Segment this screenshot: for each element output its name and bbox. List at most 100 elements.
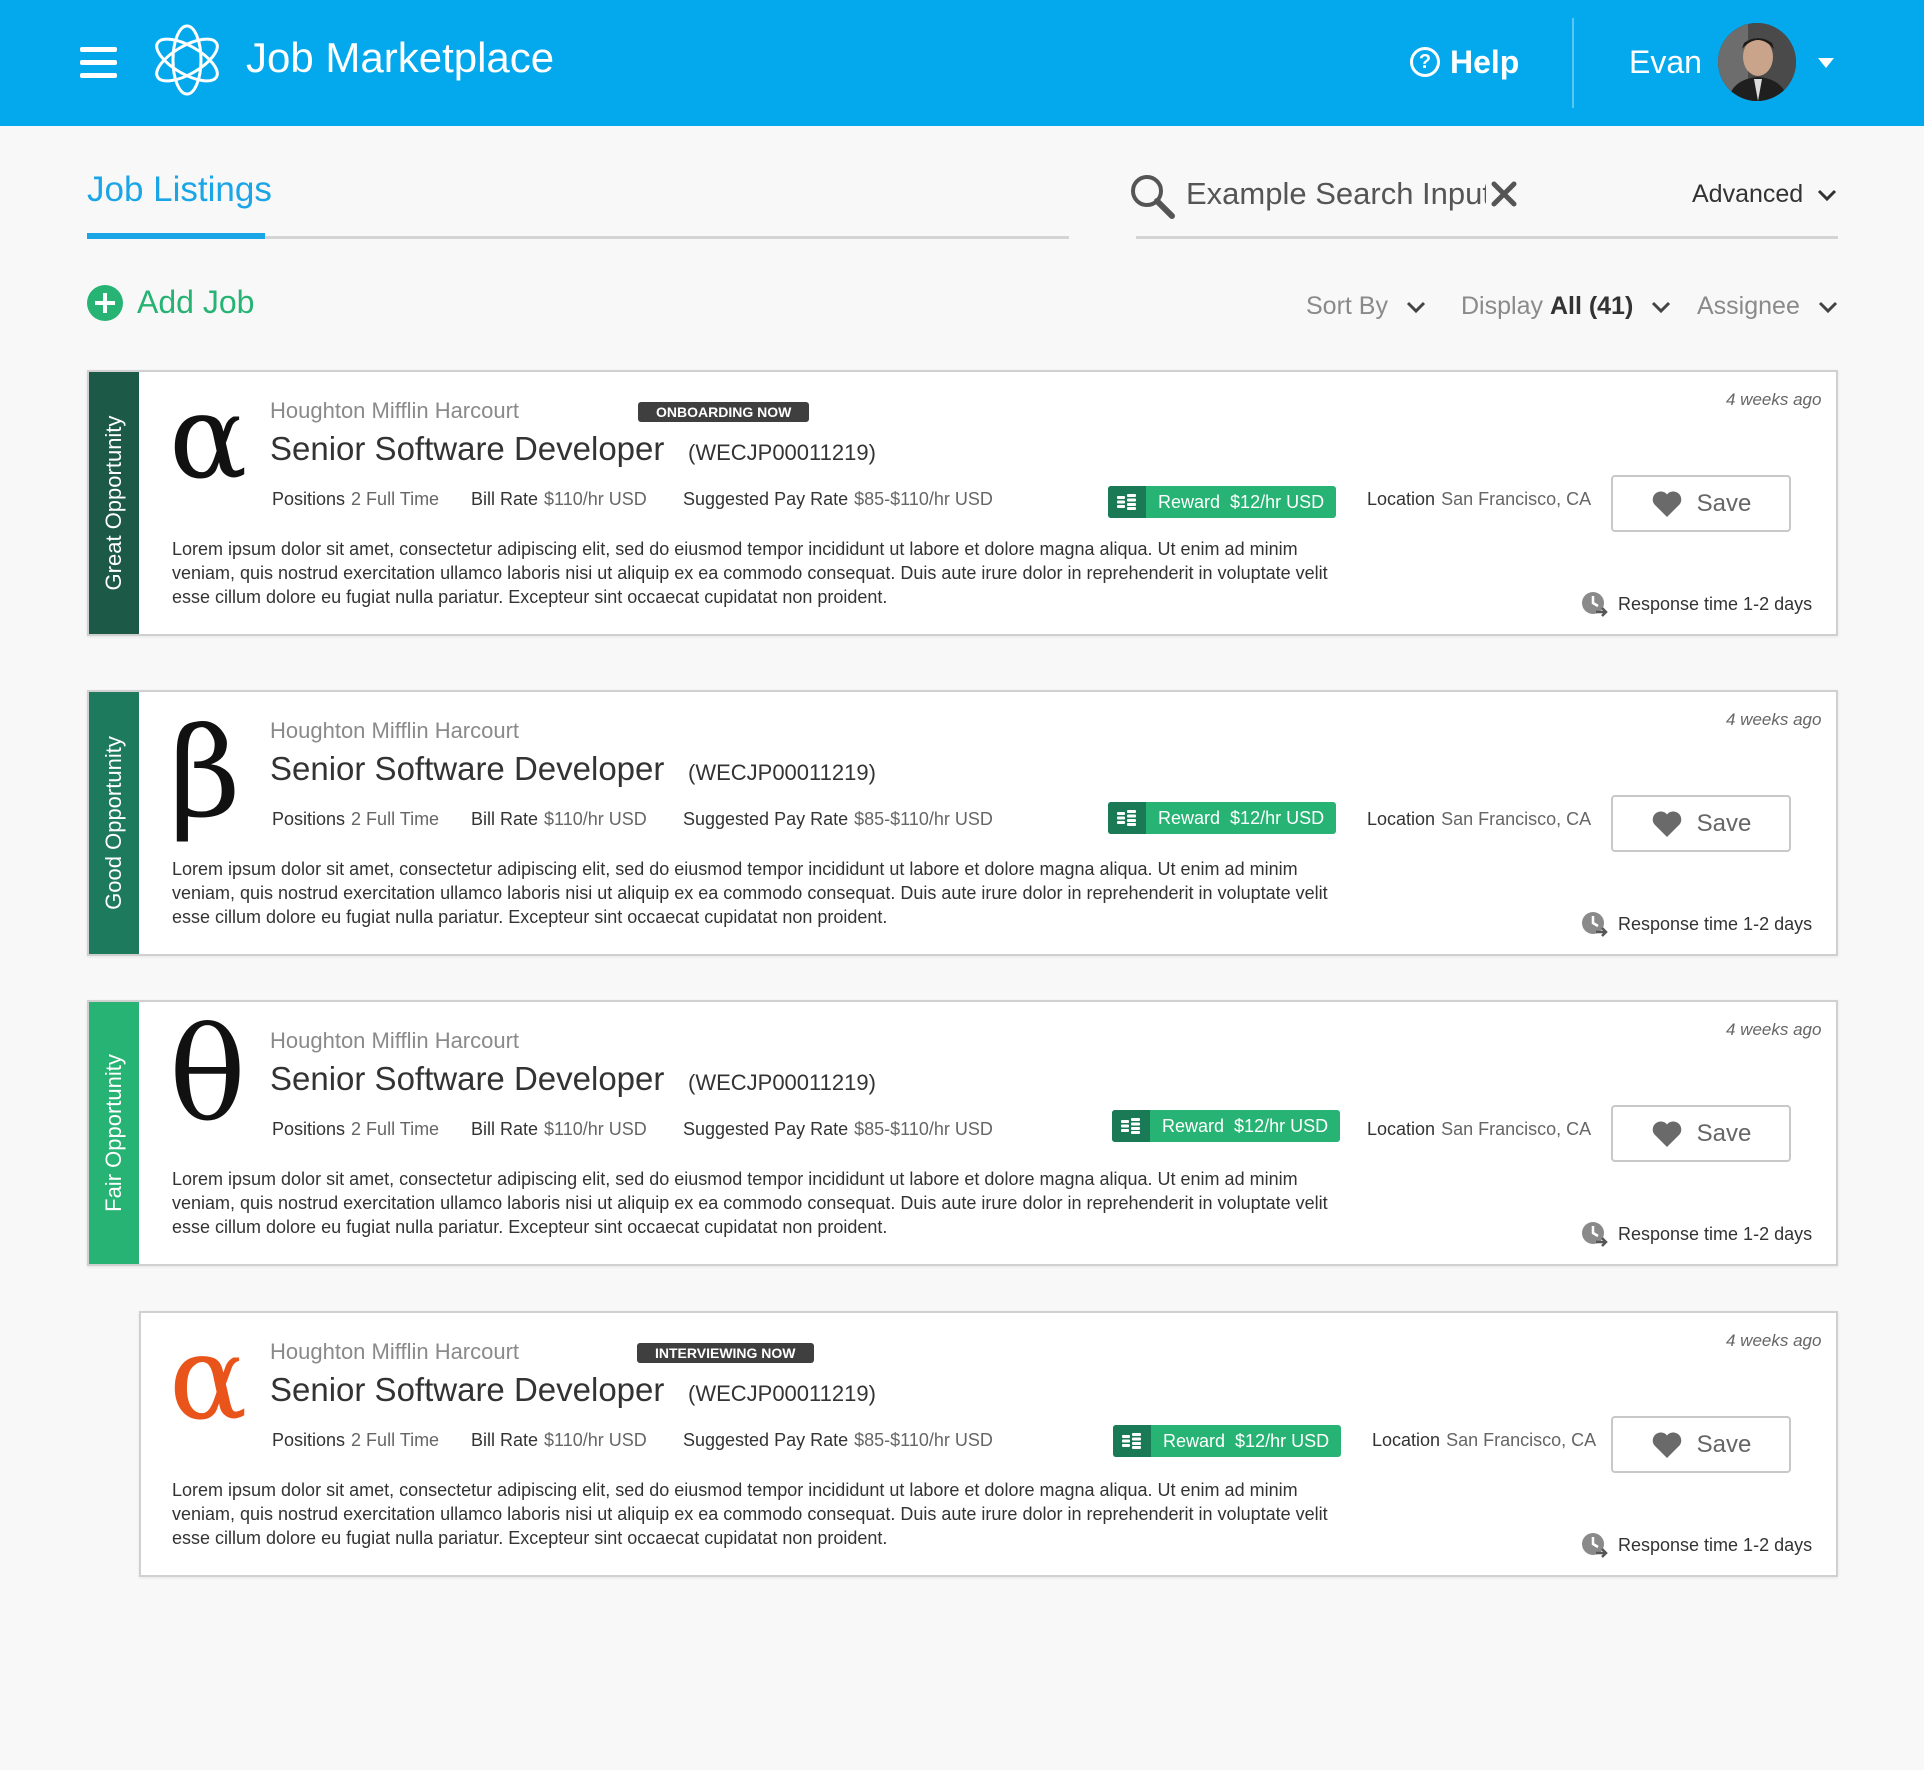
bill-rate-value: $110/hr USD bbox=[544, 809, 647, 829]
bill-rate-label: Bill Rate bbox=[471, 489, 539, 509]
pay-rate-info: Suggested Pay Rate $85-$110/hr USD bbox=[683, 1430, 993, 1451]
advanced-search-dropdown[interactable]: Advanced bbox=[1692, 180, 1837, 209]
location-label: Location bbox=[1367, 1119, 1436, 1139]
help-button[interactable]: ? Help bbox=[1410, 42, 1519, 82]
response-clock-icon bbox=[1582, 912, 1608, 937]
positions-info: Positions 2 Full Time bbox=[272, 489, 439, 510]
display-value: All (41) bbox=[1549, 292, 1634, 320]
chevron-down-icon bbox=[1406, 301, 1426, 313]
location-info: Location San Francisco, CA bbox=[1367, 1119, 1591, 1140]
positions-label: Positions bbox=[272, 809, 346, 829]
job-card[interactable]: α Houghton Mifflin Harcourt INTERVIEWING… bbox=[139, 1311, 1838, 1577]
opportunity-label: Good Opportunity bbox=[101, 736, 126, 910]
assignee-label: Assignee bbox=[1697, 292, 1800, 320]
job-card[interactable]: Fair Opportunity θ Houghton Mifflin Harc… bbox=[87, 1000, 1838, 1266]
job-title[interactable]: Senior Software Developer bbox=[270, 750, 664, 788]
bill-rate-value: $110/hr USD bbox=[544, 489, 647, 509]
positions-label: Positions bbox=[272, 489, 346, 509]
coins-icon bbox=[1112, 1110, 1150, 1142]
search-input[interactable] bbox=[1186, 174, 1486, 214]
positions-value: 2 Full Time bbox=[351, 1430, 440, 1450]
job-title[interactable]: Senior Software Developer bbox=[270, 430, 664, 468]
save-button[interactable]: Save bbox=[1611, 795, 1791, 852]
save-label: Save bbox=[1696, 809, 1752, 837]
response-time: Response time 1-2 days bbox=[1580, 1531, 1812, 1559]
job-title[interactable]: Senior Software Developer bbox=[270, 1060, 664, 1098]
bill-rate-label: Bill Rate bbox=[471, 1430, 539, 1450]
bill-rate-info: Bill Rate $110/hr USD bbox=[471, 489, 647, 510]
reward-label: Reward bbox=[1158, 492, 1221, 512]
top-bar: Job Marketplace ? Help Evan bbox=[0, 0, 1924, 126]
advanced-label: Advanced bbox=[1692, 180, 1804, 208]
status-badge: INTERVIEWING NOW bbox=[637, 1343, 814, 1363]
company-name: Houghton Mifflin Harcourt bbox=[270, 398, 520, 423]
reward-badge: Reward $12/hr USD bbox=[1112, 1110, 1341, 1142]
plus-circle-icon bbox=[87, 284, 123, 321]
company-name: Houghton Mifflin Harcourt bbox=[270, 718, 520, 743]
assignee-dropdown[interactable]: Assignee bbox=[1697, 292, 1838, 321]
job-code: (WECJP00011219) bbox=[688, 760, 876, 785]
heart-icon bbox=[1652, 1431, 1681, 1458]
pay-rate-info: Suggested Pay Rate $85-$110/hr USD bbox=[683, 1119, 993, 1140]
positions-info: Positions 2 Full Time bbox=[272, 809, 439, 830]
posted-time: 4 weeks ago bbox=[1726, 1020, 1822, 1039]
positions-value: 2 Full Time bbox=[351, 1119, 440, 1139]
pay-rate-value: $85-$110/hr USD bbox=[854, 1430, 993, 1450]
posted-time: 4 weeks ago bbox=[1726, 1331, 1822, 1350]
response-time-label: Response time 1-2 days bbox=[1618, 1534, 1813, 1555]
save-button[interactable]: Save bbox=[1611, 1105, 1791, 1162]
reward-value: $12/hr USD bbox=[1230, 808, 1325, 828]
positions-value: 2 Full Time bbox=[351, 809, 440, 829]
chevron-down-icon bbox=[1652, 301, 1671, 313]
opportunity-label: Great Opportunity bbox=[101, 415, 126, 591]
tab-job-listings[interactable]: Job Listings bbox=[87, 170, 272, 210]
pay-rate-label: Suggested Pay Rate bbox=[683, 1119, 849, 1139]
save-label: Save bbox=[1696, 1119, 1752, 1147]
location-label: Location bbox=[1372, 1430, 1441, 1450]
header-divider bbox=[1572, 18, 1574, 108]
positions-label: Positions bbox=[272, 1119, 346, 1139]
heart-icon bbox=[1652, 810, 1681, 837]
bill-rate-value: $110/hr USD bbox=[544, 1119, 647, 1139]
job-title[interactable]: Senior Software Developer bbox=[270, 1371, 664, 1409]
opportunity-ribbon: Great Opportunity bbox=[89, 372, 139, 634]
add-job-label: Add Job bbox=[137, 284, 255, 320]
save-label: Save bbox=[1696, 489, 1752, 517]
chevron-down-icon bbox=[1818, 189, 1837, 201]
add-job-button[interactable]: Add Job bbox=[87, 284, 254, 321]
sort-by-dropdown[interactable]: Sort By bbox=[1306, 292, 1426, 321]
company-name: Houghton Mifflin Harcourt bbox=[270, 1028, 520, 1053]
location-label: Location bbox=[1367, 489, 1436, 509]
posted-time: 4 weeks ago bbox=[1726, 390, 1822, 409]
response-time-label: Response time 1-2 days bbox=[1618, 593, 1813, 614]
clear-search-icon[interactable] bbox=[1490, 180, 1518, 208]
search-icon bbox=[1131, 175, 1175, 219]
opportunity-ribbon: Good Opportunity bbox=[89, 692, 139, 954]
company-logo: α bbox=[169, 1311, 248, 1446]
job-card[interactable]: Great Opportunity α Houghton Mifflin Har… bbox=[87, 370, 1838, 636]
coins-icon bbox=[1108, 486, 1146, 518]
reward-label: Reward bbox=[1158, 808, 1221, 828]
company-name: Houghton Mifflin Harcourt bbox=[270, 1339, 520, 1364]
reward-label: Reward bbox=[1162, 1116, 1225, 1136]
reward-value: $12/hr USD bbox=[1234, 1116, 1329, 1136]
location-label: Location bbox=[1367, 809, 1436, 829]
app-title: Job Marketplace bbox=[246, 34, 555, 81]
job-card[interactable]: Good Opportunity β Houghton Mifflin Harc… bbox=[87, 690, 1838, 956]
user-menu-caret-icon[interactable] bbox=[1818, 58, 1834, 68]
opportunity-ribbon: Fair Opportunity bbox=[89, 1002, 139, 1264]
save-button[interactable]: Save bbox=[1611, 1416, 1791, 1473]
company-logo: θ bbox=[169, 1001, 247, 1150]
bill-rate-label: Bill Rate bbox=[471, 809, 539, 829]
help-icon: ? bbox=[1410, 47, 1440, 77]
reward-label: Reward bbox=[1163, 1431, 1226, 1451]
pay-rate-info: Suggested Pay Rate $85-$110/hr USD bbox=[683, 809, 993, 830]
display-dropdown[interactable]: Display All (41) bbox=[1461, 292, 1671, 321]
avatar[interactable] bbox=[1718, 23, 1796, 101]
reward-value: $12/hr USD bbox=[1235, 1431, 1330, 1451]
menu-icon[interactable] bbox=[80, 47, 117, 78]
location-info: Location San Francisco, CA bbox=[1367, 489, 1591, 510]
bill-rate-info: Bill Rate $110/hr USD bbox=[471, 1119, 647, 1140]
reward-badge: Reward $12/hr USD bbox=[1108, 802, 1337, 834]
save-button[interactable]: Save bbox=[1611, 475, 1791, 532]
